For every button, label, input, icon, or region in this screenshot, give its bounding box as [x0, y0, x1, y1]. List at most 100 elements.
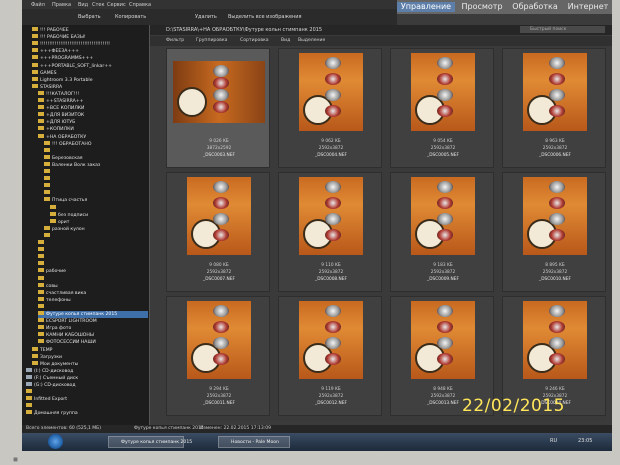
tree-item[interactable]: (F:) Съемный диск — [26, 374, 148, 382]
language-indicator[interactable]: RU — [550, 438, 557, 444]
tree-item-label: +ДЛЯ ЮТУБ — [46, 120, 76, 126]
delete-button[interactable]: Удалить — [195, 14, 217, 20]
tree-item[interactable]: рабочие — [38, 268, 148, 275]
tree-item[interactable]: +++ФЕЕЗА+++ — [32, 48, 148, 55]
task-palemoon[interactable]: Новости - Pale Moon — [218, 436, 290, 448]
camera-date-stamp: 22/02/2015 — [462, 396, 565, 416]
tree-item-label: без подписи — [58, 212, 89, 218]
tree-item[interactable]: счастливая вика — [38, 289, 148, 297]
thumbnail-size: 8 963 KБ — [545, 139, 565, 144]
tree-item[interactable]: (G:) CD-дисковод — [26, 382, 148, 389]
module-develop[interactable]: Обработка — [509, 2, 561, 12]
thumbnail-card[interactable]: 9 080 KБ 2592x3872 _DSC0007.NEF — [166, 172, 270, 292]
tree-item[interactable] — [26, 403, 148, 410]
menu-help[interactable]: Справка — [129, 2, 151, 8]
tree-item[interactable]: Infitted Export — [26, 396, 148, 403]
tree-item[interactable]: Футуре копья стимпанк 2015 — [38, 311, 148, 318]
tree-item[interactable]: телефоны — [38, 296, 148, 304]
tree-item[interactable]: GAMES — [32, 69, 148, 77]
thumbnail-size: 9 054 KБ — [433, 139, 453, 144]
tree-item[interactable]: TEMP — [32, 346, 148, 354]
tree-item[interactable]: Мои документы — [32, 360, 148, 368]
tree-item[interactable]: +НА ОБРАБОТКУ — [38, 133, 148, 141]
thumbnail-card[interactable]: 9 183 KБ 2592x3872 _DSC0009.NEF — [390, 172, 494, 292]
tree-item[interactable]: +ДЛЯ ВИЗИТОК — [38, 112, 148, 119]
start-button[interactable] — [48, 434, 63, 449]
module-manage[interactable]: Управление — [397, 2, 455, 12]
tree-item[interactable] — [38, 261, 148, 268]
tree-item[interactable] — [38, 254, 148, 261]
tree-item[interactable]: ++STASIRRA++ — [38, 98, 148, 105]
tree-item[interactable] — [26, 389, 148, 396]
tree-item[interactable]: ECSPORT LIGHTROOM — [38, 318, 148, 325]
tree-item[interactable]: !!! РАБОЧИЕ БАЗЫ! — [32, 34, 148, 41]
folder-icon — [44, 176, 50, 181]
thumbnail-card[interactable]: 8 963 KБ 2592x3872 _DSC0006.NEF — [502, 48, 606, 168]
tree-item[interactable]: !!! ОБРАБОТАНО — [44, 140, 148, 148]
group-menu[interactable]: Группировка — [196, 36, 227, 46]
menu-file[interactable]: Файл — [31, 2, 45, 8]
tree-item[interactable]: совы — [38, 282, 148, 290]
pendant-shape — [325, 305, 341, 375]
module-online[interactable]: Интернет — [565, 2, 611, 12]
select-button[interactable]: Выбрать — [78, 14, 101, 20]
tree-item[interactable]: Lightroom 3.3 Portable — [32, 76, 148, 84]
tree-item[interactable] — [38, 303, 148, 311]
tree-item[interactable]: Домашняя группа — [26, 410, 148, 417]
menu-stack[interactable]: Стек — [92, 2, 105, 8]
copy-button[interactable]: Копировать — [115, 14, 146, 20]
view-menu[interactable]: Вид — [281, 36, 290, 46]
tree-item[interactable]: Игра фото — [38, 325, 148, 332]
thumbnail-card[interactable]: 8 895 KБ 2592x3872 _DSC0010.NEF — [502, 172, 606, 292]
folder-tree[interactable]: !!! РАБОЧЕЕ !!! РАБОЧИЕ БАЗЫ!!!!!!!!!!!!!… — [22, 25, 150, 425]
thumbnail-card[interactable]: 9 062 KБ 2592x3872 _DSC0004.NEF — [278, 48, 382, 168]
selection-menu[interactable]: Выделение — [298, 36, 325, 46]
tree-item[interactable]: +ВСЕ КОПИЛКИ — [38, 105, 148, 112]
medal-shape — [325, 229, 341, 241]
tree-item[interactable]: Валенки Волк заказ — [44, 161, 148, 169]
tree-item[interactable]: (I:) CD-дисковод — [26, 367, 148, 375]
sort-menu[interactable]: Сортировка — [240, 36, 269, 46]
tree-item[interactable]: орит — [50, 218, 148, 226]
task-acdsee[interactable]: Футуре копья стимпанк 2015 — [108, 436, 192, 448]
tree-item[interactable] — [38, 240, 148, 247]
tree-item[interactable] — [44, 190, 148, 197]
tree-item[interactable]: Березовская — [44, 154, 148, 162]
tree-item[interactable] — [44, 183, 148, 190]
module-view[interactable]: Просмотр — [459, 2, 505, 12]
tree-item[interactable]: без подписи — [50, 211, 148, 219]
tree-item[interactable]: +КОПИЛКИ — [38, 126, 148, 133]
tree-item[interactable] — [38, 275, 148, 283]
thumbnail-card[interactable]: 9 119 KБ 2592x3872 _DSC0012.NEF — [278, 296, 382, 416]
quick-search-input[interactable]: Быстрый поиск — [520, 26, 605, 33]
tree-item[interactable] — [44, 176, 148, 183]
thumbnail-size: 9 110 KБ — [321, 263, 341, 268]
tree-item[interactable]: +++PROGRAMMS+++ — [32, 55, 148, 62]
thumbnail-card[interactable]: 9 294 KБ 2592x3872 _DSC0011.NEF — [166, 296, 270, 416]
filter-menu[interactable]: Фильтр — [166, 36, 184, 46]
tree-item[interactable] — [44, 147, 148, 155]
tree-item[interactable]: !!! РАБОЧЕЕ — [32, 27, 148, 34]
tree-item[interactable]: !!!!!!!!!!!!!!!!!!!!!!!!!!!!!!!!!!!!!! — [32, 41, 148, 48]
tree-item[interactable]: Загрузки — [32, 353, 148, 361]
thumbnail-card[interactable]: 9 054 KБ 2592x3872 _DSC0005.NEF — [390, 48, 494, 168]
tree-item[interactable]: Птица счастья — [44, 197, 148, 204]
tree-item[interactable]: КАМНИ КАБОШОНЫ — [38, 332, 148, 339]
tree-item[interactable] — [38, 247, 148, 254]
thumbnail-card[interactable]: 9 110 KБ 2592x3872 _DSC0008.NEF — [278, 172, 382, 292]
tree-item[interactable]: разной кулон — [44, 225, 148, 233]
tree-item[interactable]: +++PORTABLE_SOFT_linkar++ — [32, 62, 148, 70]
tree-item[interactable]: !!!КАТАЛОГ!!! — [38, 90, 148, 98]
menu-edit[interactable]: Правка — [52, 2, 71, 8]
tree-item[interactable]: +ДЛЯ ЮТУБ — [38, 119, 148, 126]
tree-item[interactable] — [50, 204, 148, 212]
menu-view[interactable]: Вид — [78, 2, 88, 8]
path-text[interactable]: D:\STASIRRA\+НА ОБРАОБТКУ\Футуре кольн с… — [166, 25, 322, 35]
menu-tools[interactable]: Сервис — [107, 2, 126, 8]
select-all-button[interactable]: Выделить все изображения — [228, 14, 302, 20]
tree-item[interactable]: ФОТОСЕССИИ НАШИ — [38, 339, 148, 346]
tree-item[interactable] — [44, 169, 148, 176]
tree-item[interactable]: STASIRRA — [32, 83, 148, 91]
tree-item[interactable] — [44, 232, 148, 240]
thumbnail-card[interactable]: 9 026 KБ 3872x2592 _DSC0003.NEF — [166, 48, 270, 168]
